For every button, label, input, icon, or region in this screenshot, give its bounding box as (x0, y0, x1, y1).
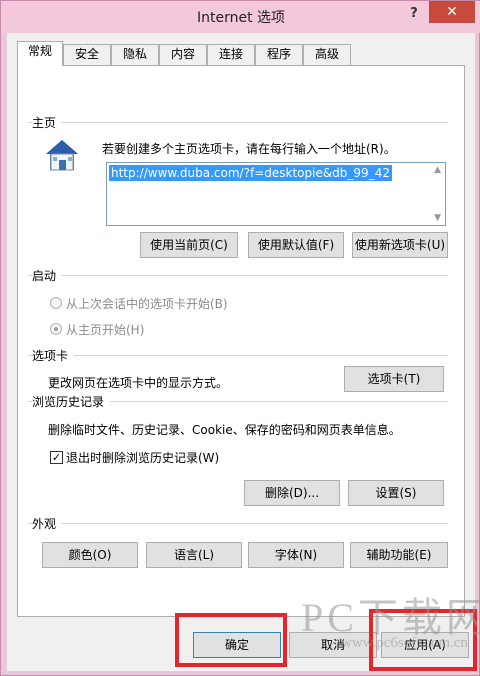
history-settings-button[interactable]: 设置(S) (348, 480, 444, 506)
startup-section-title: 启动 (32, 267, 63, 284)
tabs-section-title: 选项卡 (32, 347, 75, 364)
tab-privacy[interactable]: 隐私 (111, 44, 159, 65)
appearance-section-title: 外观 (32, 515, 63, 532)
delete-on-exit-checkbox[interactable]: ✓ (50, 451, 63, 464)
tabs-settings-button[interactable]: 选项卡(T) (344, 366, 444, 392)
tabs-description: 更改网页在选项卡中的显示方式。 (48, 376, 229, 390)
tab-programs[interactable]: 程序 (255, 44, 303, 65)
radio-last-session-label: 从上次会话中的选项卡开始(B) (66, 297, 228, 311)
radio-homepage[interactable] (50, 323, 62, 335)
homepage-section-title: 主页 (32, 114, 63, 131)
divider (28, 355, 448, 356)
homepage-url-text: http://www.duba.com/?f=desktopie&db_99_4… (109, 165, 392, 181)
tab-general[interactable]: 常规 (17, 41, 63, 66)
delete-on-exit-label: 退出时删除浏览历史记录(W) (66, 451, 220, 465)
dialog-client-area: 常规 安全 隐私 内容 连接 程序 高级 主页 若要创建多个主页选项卡，请在每行… (7, 33, 475, 671)
radio-homepage-label: 从主页开始(H) (66, 323, 145, 337)
homepage-description: 若要创建多个主页选项卡，请在每行输入一个地址(R)。 (102, 142, 396, 156)
general-tab-page: 主页 若要创建多个主页选项卡，请在每行输入一个地址(R)。 http://www… (17, 65, 465, 617)
divider (28, 523, 448, 524)
divider (28, 122, 448, 123)
internet-options-window: Internet 选项 ? ✕ 常规 安全 隐私 内容 连接 程序 高级 主页 (0, 0, 480, 676)
scroll-down-icon[interactable]: ▼ (434, 213, 441, 223)
homepage-url-input[interactable]: http://www.duba.com/?f=desktopie&db_99_4… (106, 162, 446, 226)
history-description: 删除临时文件、历史记录、Cookie、保存的密码和网页表单信息。 (48, 423, 401, 437)
history-section-title: 浏览历史记录 (32, 393, 111, 410)
tab-advanced[interactable]: 高级 (303, 44, 351, 65)
divider (28, 275, 448, 276)
title-bar[interactable]: Internet 选项 ? ✕ (1, 1, 480, 33)
fonts-button[interactable]: 字体(N) (248, 542, 344, 568)
languages-button[interactable]: 语言(L) (146, 542, 242, 568)
delete-history-button[interactable]: 删除(D)... (244, 480, 340, 506)
help-button[interactable]: ? (405, 5, 423, 23)
ok-highlight-box (175, 613, 287, 667)
tab-content[interactable]: 内容 (159, 44, 207, 65)
radio-last-session[interactable] (50, 297, 62, 309)
use-current-button[interactable]: 使用当前页(C) (140, 232, 238, 258)
home-icon (46, 140, 78, 171)
tab-connections[interactable]: 连接 (207, 44, 255, 65)
use-new-tab-button[interactable]: 使用新选项卡(U) (352, 232, 448, 258)
scroll-up-icon[interactable]: ▲ (434, 165, 441, 175)
tab-security[interactable]: 安全 (63, 44, 111, 65)
colors-button[interactable]: 颜色(O) (42, 542, 138, 568)
close-button[interactable]: ✕ (429, 1, 475, 23)
watermark-url: www.pc6soft.com.cn (341, 635, 468, 651)
accessibility-button[interactable]: 辅助功能(E) (350, 542, 448, 568)
use-default-button[interactable]: 使用默认值(F) (248, 232, 344, 258)
